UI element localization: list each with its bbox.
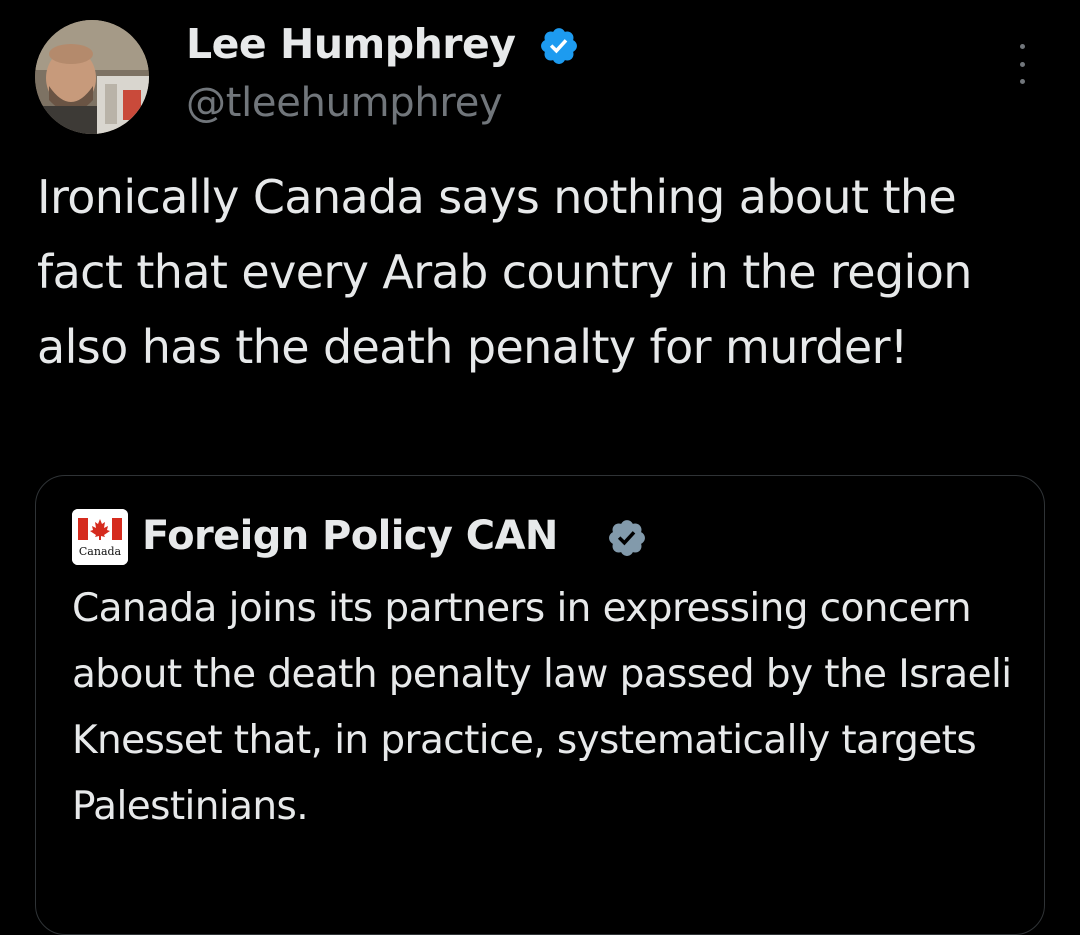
canada-flag-icon: Canada	[72, 509, 128, 565]
verified-badge-icon	[541, 28, 577, 64]
author-name[interactable]: Lee Humphrey	[186, 18, 516, 70]
quoted-tweet-card[interactable]: Canada Foreign Policy CAN Canada joins i…	[35, 475, 1045, 935]
quote-avatar-wordmark: Canada	[79, 545, 122, 558]
avatar[interactable]	[35, 20, 149, 134]
quote-avatar[interactable]: Canada	[72, 509, 128, 565]
verified-badge-gray-icon	[609, 520, 645, 556]
more-options-icon[interactable]	[1008, 44, 1036, 84]
more-dot	[1019, 44, 1025, 49]
avatar-photo	[35, 20, 149, 134]
tweet-text: Ironically Canada says nothing about the…	[37, 170, 972, 374]
more-dot	[1019, 79, 1025, 84]
author-handle[interactable]: @tleehumphrey	[186, 77, 503, 129]
quote-author-name[interactable]: Foreign Policy CAN	[142, 508, 558, 564]
more-dot	[1019, 61, 1025, 67]
quote-text: Canada joins its partners in expressing …	[72, 586, 1012, 829]
tweet: Lee Humphrey @tleehumphrey Ironically Ca…	[0, 0, 1080, 935]
